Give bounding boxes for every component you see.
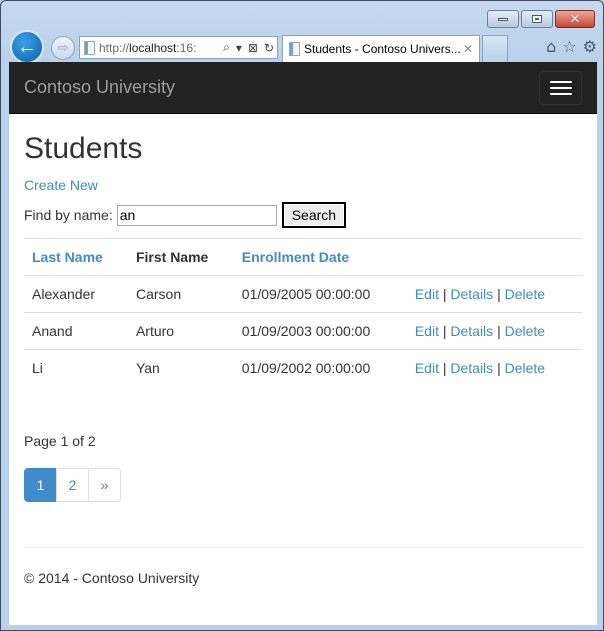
- close-window-button[interactable]: ✕: [555, 10, 595, 28]
- page-viewport: Contoso University Students Create New F…: [9, 62, 597, 625]
- window-controls: ✕: [487, 10, 595, 28]
- navbar: Contoso University: [9, 62, 597, 114]
- dropdown-icon[interactable]: ▾: [236, 41, 242, 55]
- page-1-link[interactable]: 1: [24, 467, 57, 502]
- create-new-link[interactable]: Create New: [24, 177, 582, 193]
- footer-text: © 2014 - Contoso University: [24, 569, 200, 586]
- brand-link[interactable]: Contoso University: [24, 77, 175, 98]
- forward-button[interactable]: ⇨: [51, 36, 75, 60]
- page-icon: [84, 40, 95, 55]
- delete-link[interactable]: Delete: [505, 286, 545, 302]
- delete-link[interactable]: Delete: [505, 360, 545, 376]
- tab-close-icon[interactable]: ✕: [463, 42, 473, 56]
- separator: |: [442, 323, 447, 339]
- address-bar[interactable]: http://localhost:16: ⌕ ▾ ⊠ ↻: [79, 36, 278, 59]
- hamburger-icon-bar: [549, 92, 572, 95]
- hamburger-icon-bar: [549, 80, 572, 83]
- body-content: Students Create New Find by name: Search…: [9, 132, 597, 586]
- forward-arrow-icon: ⇨: [57, 40, 69, 55]
- next-page-link[interactable]: »: [88, 467, 121, 502]
- tab-page-icon: [289, 42, 300, 56]
- separator: |: [442, 360, 447, 377]
- hamburger-icon-bar: [549, 86, 572, 89]
- details-link[interactable]: Details: [450, 323, 493, 339]
- browser-window: ✕ ← ⇨ http://localhost:16: ⌕ ▾ ⊠ ↻ Stude…: [0, 0, 604, 631]
- cell-last-name: Anand: [24, 312, 128, 350]
- sort-enrollment-date-link[interactable]: Enrollment Date: [242, 249, 349, 265]
- separator: |: [442, 286, 447, 302]
- new-tab-button[interactable]: [482, 35, 508, 62]
- sort-last-name-link[interactable]: Last Name: [32, 249, 103, 265]
- edit-link[interactable]: Edit: [415, 323, 439, 339]
- back-arrow-icon: ←: [17, 35, 37, 58]
- browser-tab[interactable]: Students - Contoso Univers... ✕: [282, 35, 480, 62]
- tab-title: Students - Contoso Univers...: [304, 42, 461, 56]
- page-title: Students: [24, 132, 143, 165]
- cell-enrollment-date: 01/09/2005 00:00:00: [233, 275, 407, 313]
- address-suffix: :16:: [176, 40, 197, 55]
- header-enrollment-date[interactable]: Enrollment Date: [233, 238, 407, 276]
- address-prefix: http://: [99, 40, 130, 55]
- cell-first-name: Carson: [127, 275, 234, 313]
- header-first-name: First Name: [127, 238, 234, 276]
- separator: |: [497, 286, 501, 302]
- cell-actions: Edit | Details | Delete: [406, 275, 582, 313]
- cell-last-name: Alexander: [24, 275, 128, 313]
- table-row: Anand Arturo 01/09/2003 00:00:00 Edit | …: [24, 312, 582, 350]
- cell-actions: Edit | Details | Delete: [406, 312, 582, 350]
- maximize-button[interactable]: [521, 10, 553, 28]
- favorites-icon[interactable]: ☆: [562, 37, 576, 56]
- address-text[interactable]: http://localhost:16:: [99, 41, 220, 55]
- search-input[interactable]: [116, 204, 277, 226]
- close-icon: ✕: [569, 11, 581, 27]
- separator: |: [497, 360, 501, 377]
- search-button[interactable]: Search: [281, 202, 347, 228]
- header-actions: [406, 238, 582, 276]
- details-link[interactable]: Details: [450, 286, 493, 302]
- compatibility-view-icon[interactable]: ⊠: [248, 41, 258, 55]
- maximize-icon: [532, 15, 542, 23]
- refresh-icon[interactable]: ↻: [264, 41, 274, 55]
- minimize-button[interactable]: [487, 10, 519, 28]
- edit-link[interactable]: Edit: [415, 286, 439, 302]
- cell-first-name: Yan: [135, 360, 160, 377]
- cell-first-name: Arturo: [127, 312, 234, 350]
- table-header-row: Last Name First Name Enrollment Date: [24, 238, 582, 276]
- search-icon[interactable]: ⌕: [223, 40, 230, 55]
- pagination: 1 2 »: [24, 467, 582, 502]
- cell-last-name: Li: [32, 360, 43, 377]
- search-label: Find by name:: [24, 207, 113, 223]
- page-info: Page 1 of 2: [24, 432, 96, 449]
- page-2-link[interactable]: 2: [56, 467, 89, 502]
- search-form: Find by name: Search: [24, 202, 582, 228]
- cell-enrollment-date: 01/09/2003 00:00:00: [233, 312, 407, 350]
- edit-link[interactable]: Edit: [415, 360, 439, 376]
- back-button[interactable]: ←: [10, 30, 44, 64]
- browser-toolbar-icons: ⌂ ☆ ⚙: [546, 37, 597, 56]
- table-row: Li Yan 01/09/2002 00:00:00 Edit | Detail…: [24, 350, 582, 387]
- students-table: Last Name First Name Enrollment Date Ale…: [24, 238, 582, 387]
- details-link[interactable]: Details: [450, 360, 493, 376]
- address-host: localhost: [129, 40, 177, 55]
- cell-enrollment-date: 01/09/2002 00:00:00: [241, 360, 371, 377]
- navbar-toggle-button[interactable]: [539, 70, 582, 105]
- header-last-name[interactable]: Last Name: [24, 238, 128, 276]
- delete-link[interactable]: Delete: [505, 323, 545, 339]
- separator: |: [497, 323, 501, 339]
- cell-actions: Edit | Details | Delete: [407, 350, 582, 387]
- minimize-icon: [498, 17, 508, 21]
- tools-gear-icon[interactable]: ⚙: [583, 37, 597, 56]
- table-row: Alexander Carson 01/09/2005 00:00:00 Edi…: [24, 275, 582, 313]
- home-icon[interactable]: ⌂: [546, 37, 556, 56]
